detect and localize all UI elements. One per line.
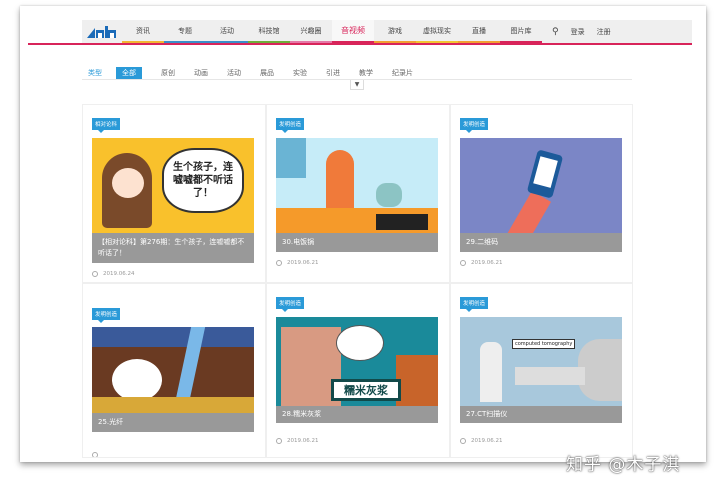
thumbnail-text: computed tomography <box>512 339 576 349</box>
category-tag: 发明创造 <box>460 118 489 133</box>
category-tag: 发明创造 <box>92 308 121 323</box>
nav-item[interactable]: 音视频 <box>332 20 374 43</box>
nav-underline <box>28 43 692 45</box>
filter-option[interactable]: 教学 <box>359 68 373 78</box>
video-thumbnail[interactable] <box>92 327 254 413</box>
top-nav: 资讯 专题 活动 科技馆 兴趣圈 音视频 游戏 虚拟现实 直播 图片库 ⚲ 登录 注册 <box>82 20 692 43</box>
nav-item[interactable]: 游戏 <box>374 20 416 43</box>
search-icon[interactable]: ⚲ <box>552 27 559 37</box>
video-card[interactable]: 发明创造 computed tomography 27.CT扫描仪 2019.0… <box>450 283 633 458</box>
video-date: 2019.06.21 <box>471 260 503 266</box>
video-card[interactable]: 发明创造 30.电饭锅 2019.06.21 <box>266 104 450 283</box>
video-card[interactable]: 发明创造 25.光纤 <box>82 283 266 458</box>
video-thumbnail[interactable] <box>460 138 622 233</box>
filter-option[interactable]: 纪录片 <box>392 68 413 78</box>
filter-option[interactable]: 全部 <box>116 66 142 79</box>
clock-icon <box>460 260 466 266</box>
video-title[interactable]: 【相对论科】第276期：生个孩子，连嘘嘘都不听话了！ <box>92 233 254 263</box>
watermark: 知乎 @木子淇 <box>566 455 681 475</box>
clock-icon <box>460 438 466 444</box>
filter-option[interactable]: 实验 <box>293 68 307 78</box>
video-card[interactable]: 发明创造 糯米灰浆 28.糯米灰浆 2019.06.21 <box>266 283 450 458</box>
filter-option[interactable]: 原创 <box>161 68 175 78</box>
filter-option[interactable]: 活动 <box>227 68 241 78</box>
nav-item[interactable]: 资讯 <box>122 20 164 43</box>
browser-window: 资讯 专题 活动 科技馆 兴趣圈 音视频 游戏 虚拟现实 直播 图片库 ⚲ 登录 注册 类型 全部… <box>20 6 706 462</box>
category-tag: 发明创造 <box>460 297 489 312</box>
video-title[interactable]: 29.二维码 <box>460 233 622 252</box>
video-title[interactable]: 25.光纤 <box>92 413 254 432</box>
clock-icon <box>276 260 282 266</box>
category-tag: 相对论科 <box>92 118 121 133</box>
filter-option[interactable]: 引进 <box>326 68 340 78</box>
expand-filter-button[interactable]: ▼ <box>350 80 364 90</box>
filter-option[interactable]: 动画 <box>194 68 208 78</box>
type-filter: 类型 全部 原创 动画 活动 展品 实验 引进 教学 纪录片 <box>82 66 632 80</box>
clock-icon <box>92 452 98 457</box>
category-tag: 发明创造 <box>276 118 305 133</box>
nav-item[interactable]: 兴趣圈 <box>290 20 332 43</box>
nav-item[interactable]: 图片库 <box>500 20 542 43</box>
filter-option[interactable]: 展品 <box>260 68 274 78</box>
video-thumbnail[interactable] <box>276 138 438 233</box>
clock-icon <box>276 438 282 444</box>
video-date: 2019.06.21 <box>287 438 319 444</box>
video-title[interactable]: 30.电饭锅 <box>276 233 438 252</box>
chevron-down-icon: ▼ <box>354 81 360 88</box>
video-card[interactable]: 相对论科 生个孩子，连嘘嘘都不听话了！ 【相对论科】第276期：生个孩子，连嘘嘘… <box>82 104 266 283</box>
register-link[interactable]: 注册 <box>597 27 611 37</box>
video-thumbnail[interactable]: 生个孩子，连嘘嘘都不听话了！ <box>92 138 254 233</box>
video-grid: 相对论科 生个孩子，连嘘嘘都不听话了！ 【相对论科】第276期：生个孩子，连嘘嘘… <box>82 104 633 458</box>
thumbnail-text: 糯米灰浆 <box>331 379 401 401</box>
nav-item[interactable]: 虚拟现实 <box>416 20 458 43</box>
thumbnail-text: 生个孩子，连嘘嘘都不听话了！ <box>162 148 244 213</box>
video-title[interactable]: 28.糯米灰浆 <box>276 406 438 423</box>
nav-item[interactable]: 直播 <box>458 20 500 43</box>
video-date: 2019.06.21 <box>471 438 503 444</box>
video-date: 2019.06.21 <box>287 260 319 266</box>
nav-item[interactable]: 活动 <box>206 20 248 43</box>
clock-icon <box>92 271 98 277</box>
video-title[interactable]: 27.CT扫描仪 <box>460 406 622 423</box>
nav-item[interactable]: 专题 <box>164 20 206 43</box>
video-thumbnail[interactable]: computed tomography <box>460 317 622 406</box>
filter-label: 类型 <box>88 68 102 77</box>
login-link[interactable]: 登录 <box>571 27 585 37</box>
site-logo[interactable] <box>82 20 122 43</box>
category-tag: 发明创造 <box>276 297 305 312</box>
video-card[interactable]: 发明创造 29.二维码 2019.06.21 <box>450 104 633 283</box>
nav-item[interactable]: 科技馆 <box>248 20 290 43</box>
video-date: 2019.06.24 <box>103 271 135 277</box>
video-thumbnail[interactable]: 糯米灰浆 <box>276 317 438 406</box>
